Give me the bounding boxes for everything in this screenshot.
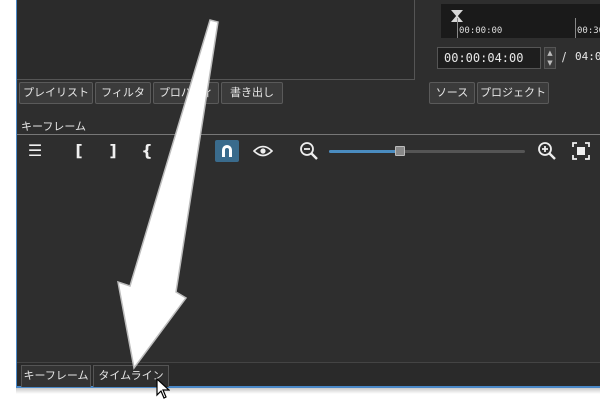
set-keyframe-button[interactable]: { xyxy=(135,140,159,162)
tab-playlist[interactable]: プレイリスト xyxy=(19,82,93,104)
set-out-point-button[interactable]: ] xyxy=(101,140,125,162)
zoom-in-icon xyxy=(538,142,556,160)
video-preview-area xyxy=(17,0,415,80)
zoom-out-icon xyxy=(300,142,318,160)
magnet-icon xyxy=(222,145,232,157)
zoom-in-button[interactable] xyxy=(535,140,559,162)
ruler-label-mid: 00:30:0 xyxy=(577,26,600,36)
keyframes-toolbar: ☰ [ ] { xyxy=(17,136,600,166)
tab-project[interactable]: プロジェクト xyxy=(477,82,549,104)
zoom-slider[interactable] xyxy=(329,150,525,153)
snap-magnet-button[interactable] xyxy=(215,140,239,162)
tab-filters[interactable]: フィルタ xyxy=(95,82,151,104)
step-up-icon[interactable]: ▲ xyxy=(545,48,555,58)
fit-icon xyxy=(572,142,590,160)
timecode-input[interactable]: 00:00:04:00 xyxy=(437,47,541,69)
ruler-tick xyxy=(575,18,576,38)
step-down-icon[interactable]: ▼ xyxy=(545,58,555,68)
mouse-cursor-icon xyxy=(156,378,170,399)
duration-label: 04:00:00 xyxy=(575,50,600,63)
menu-icon[interactable]: ☰ xyxy=(23,140,47,162)
tab-export[interactable]: 書き出し xyxy=(221,82,283,104)
app-window: 00:00:00 00:30:0 00:00:04:00 ▲ ▼ / 04:00… xyxy=(16,0,600,388)
panel-divider xyxy=(17,134,600,135)
zoom-slider-fill xyxy=(329,150,400,153)
ruler-tick xyxy=(457,18,458,38)
keyframes-content-area[interactable] xyxy=(17,166,600,362)
tab-source[interactable]: ソース xyxy=(429,82,475,104)
time-ruler[interactable]: 00:00:00 00:30:0 xyxy=(441,4,600,38)
window-shadow xyxy=(16,388,600,394)
eye-icon xyxy=(252,145,274,157)
keyframes-panel-title: キーフレーム xyxy=(21,120,87,133)
zoom-fit-button[interactable] xyxy=(569,140,593,162)
tab-properties[interactable]: プロパティ xyxy=(153,82,219,104)
tab-keyframes[interactable]: キーフレーム xyxy=(21,365,91,387)
zoom-out-button[interactable] xyxy=(297,140,321,162)
set-in-point-button[interactable]: [ xyxy=(67,140,91,162)
zoom-slider-handle[interactable] xyxy=(394,146,405,156)
player-controls: 00:00:00 00:30:0 00:00:04:00 ▲ ▼ / 04:00… xyxy=(425,0,600,80)
scrub-preview-button[interactable] xyxy=(251,140,275,162)
time-separator: / xyxy=(562,50,567,64)
ruler-label-start: 00:00:00 xyxy=(459,26,503,36)
bottom-tab-bar: キーフレーム タイムライン xyxy=(17,362,600,387)
timecode-stepper[interactable]: ▲ ▼ xyxy=(544,47,556,69)
